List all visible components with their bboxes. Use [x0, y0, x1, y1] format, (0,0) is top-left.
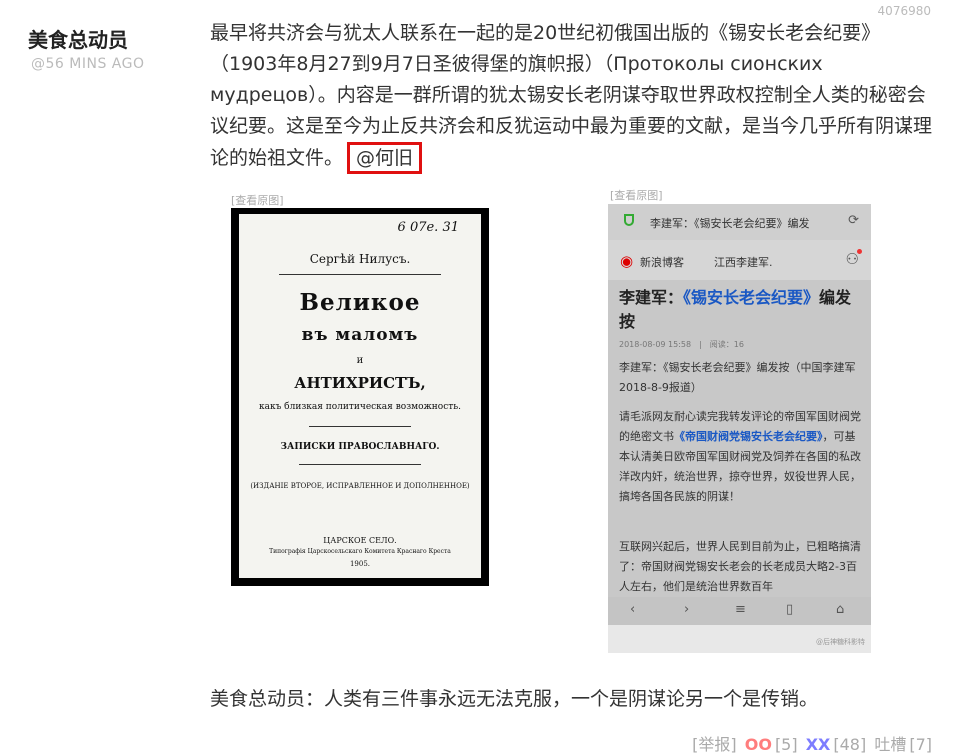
- tabs-icon: ▯: [786, 602, 794, 617]
- book-rule: [299, 464, 421, 465]
- book-year: 1905.: [349, 560, 371, 568]
- post-title: 李建军：《锡安长老会纪要》编发按: [619, 286, 864, 334]
- xx-button[interactable]: XX: [806, 735, 831, 754]
- view-original-link-2[interactable]: [查看原图]: [610, 187, 663, 203]
- post-meta: 2018-08-09 15:58 | 阅读：16: [619, 340, 744, 349]
- back-icon: ‹: [630, 602, 636, 617]
- view-original-link-1[interactable]: [查看原图]: [231, 192, 284, 208]
- comment-body: 最早将共济会与犹太人联系在一起的是20世纪初俄国出版的《锡安长老会纪要》（190…: [210, 22, 933, 169]
- book-city: ЦАРСКОЕ СЕЛО.: [323, 536, 397, 545]
- blogger-name: 江西李建军.: [714, 256, 773, 269]
- book-author: Сергѣй Нилусъ.: [309, 252, 411, 266]
- post-paragraph-2-highlight: 《帝国财阀党锡安长老会纪要》: [674, 430, 823, 443]
- comment-author[interactable]: 美食总动员: [28, 24, 128, 53]
- menu-icon: ≡: [735, 602, 746, 617]
- book-press: Типографія Царскосельскаго Комитета Крас…: [269, 548, 451, 555]
- screenshot-footer: @后神糖科影特: [608, 625, 871, 653]
- book-notes: ЗАПИСКИ ПРАВОСЛАВНАГО.: [280, 442, 440, 452]
- weibo-logo-icon: ◉: [620, 252, 634, 270]
- book-subtitle: какъ близкая политическая возможность.: [258, 402, 462, 412]
- book-handwriting: 6 07е. 31: [397, 220, 459, 235]
- oo-count: [5]: [774, 735, 798, 754]
- phone-screenshot-image[interactable]: 李建军：《锡安长老会纪要》编发 ⟳ ◉ 新浪博客 江西李建军. ⚇ 李建军：《锡…: [608, 204, 871, 653]
- book-rule: [279, 274, 441, 275]
- book-edition: (ИЗДАНІЕ ВТОРОЕ, ИСПРАВЛЕННОЕ И ДОПОЛНЕН…: [250, 482, 470, 490]
- user-icon: ⚇: [845, 249, 863, 268]
- home-icon: ⌂: [836, 602, 845, 617]
- blog-header: ◉ 新浪博客 江西李建军. ⚇: [608, 240, 871, 280]
- shield-icon: [624, 214, 634, 226]
- comment-author-panel: 美食总动员 @56 MINS AGO: [0, 0, 195, 756]
- post-paragraph-2: 请毛派网友耐心读完我转发评论的帝国军国财阀党的绝密文书《帝国财阀党锡安长老会纪要…: [619, 407, 863, 507]
- comment-footer: [举报] OO [5] XX [48] 吐槽 [7]: [689, 731, 932, 755]
- post-paragraph-3: 互联网兴起后，世界人民到目前为止，已粗略搞清了：帝国财阀党锡安长老会的长老成员大…: [619, 540, 861, 593]
- oo-button[interactable]: OO: [745, 735, 772, 754]
- comment-id[interactable]: 4076980: [878, 4, 931, 18]
- mention-link[interactable]: @何旧: [347, 142, 423, 174]
- book-title-line2: въ маломъ: [301, 325, 419, 345]
- book-page: 6 07е. 31 Сергѣй Нилусъ. Великое въ мало…: [239, 214, 481, 578]
- browser-title: 李建军：《锡安长老会纪要》编发: [650, 217, 810, 230]
- post-paragraph-1: 李建军：《锡安长老会纪要》编发按（中国李建军2018-8-9报道）: [619, 361, 856, 394]
- tucao-count: [7]: [909, 735, 932, 754]
- watermark: @后神糖科影特: [816, 638, 865, 646]
- book-title-line3: АНТИХРИСТЪ,: [294, 374, 426, 392]
- reply-text: 美食总动员：人类有三件事永远无法克服，一个是阴谋论另一个是传销。: [210, 688, 819, 710]
- report-link[interactable]: [举报]: [692, 735, 737, 754]
- book-and: и: [356, 355, 364, 366]
- book-cover-image[interactable]: 6 07е. 31 Сергѣй Нилусъ. Великое въ мало…: [231, 208, 489, 586]
- browser-nav-bar: ‹ › ≡ ▯ ⌂: [608, 597, 871, 625]
- comment-text: 最早将共济会与犹太人联系在一起的是20世纪初俄国出版的《锡安长老会纪要》（190…: [210, 18, 932, 174]
- forward-icon: ›: [684, 602, 690, 617]
- sina-blog-label: 新浪博客: [640, 256, 684, 269]
- comment-time[interactable]: @56 MINS AGO: [31, 56, 144, 72]
- book-title-line1: Великое: [299, 289, 421, 316]
- browser-bar: 李建军：《锡安长老会纪要》编发 ⟳: [608, 204, 871, 240]
- xx-count: [48]: [833, 735, 867, 754]
- book-rule: [309, 426, 411, 427]
- post-title-highlight: 《锡安长老会纪要》: [683, 288, 820, 307]
- post-title-prefix: 李建军：: [619, 288, 684, 307]
- reload-icon: ⟳: [848, 213, 859, 228]
- tucao-button[interactable]: 吐槽: [874, 735, 906, 754]
